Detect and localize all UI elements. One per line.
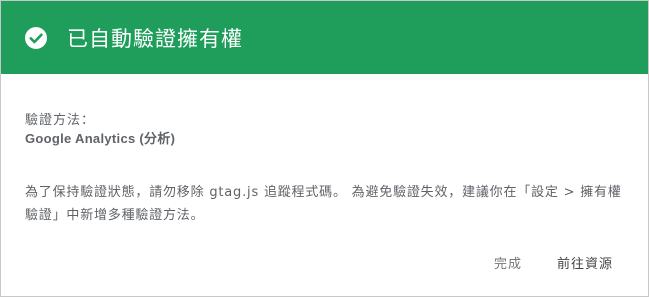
check-circle-icon bbox=[24, 26, 48, 50]
go-to-property-button[interactable]: 前往資源 bbox=[557, 253, 613, 272]
verification-method-value: Google Analytics (分析) bbox=[25, 131, 176, 146]
dialog-title: 已自動驗證擁有權 bbox=[67, 26, 243, 51]
dialog-header: 已自動驗證擁有權 bbox=[1, 1, 648, 74]
verification-description: 為了保持驗證狀態，請勿移除 gtag.js 追蹤程式碼。 為避免驗證失效，建議你… bbox=[25, 185, 622, 223]
done-button[interactable]: 完成 bbox=[494, 253, 522, 272]
verification-dialog: 已自動驗證擁有權 驗證方法： Google Analytics (分析) 為了保… bbox=[0, 0, 649, 297]
verification-method-label: 驗證方法： bbox=[25, 113, 96, 128]
